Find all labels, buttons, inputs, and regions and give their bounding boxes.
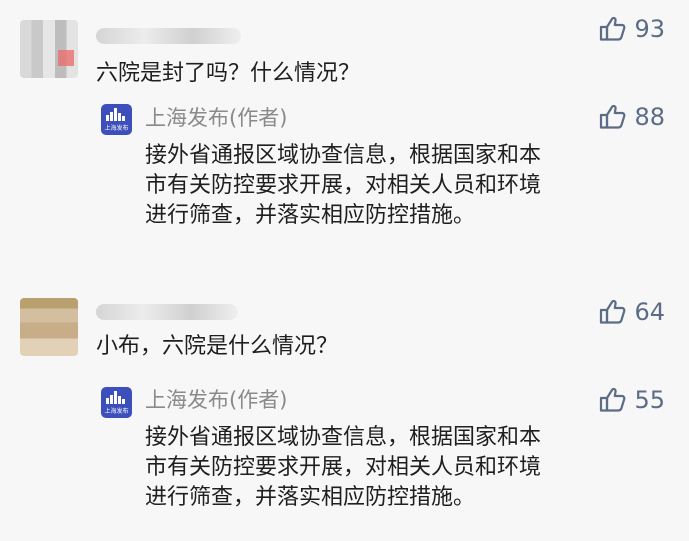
like-button[interactable]: 93 — [599, 16, 665, 41]
official-avatar-label: 上海发布 — [104, 125, 129, 132]
thumbs-up-icon — [600, 104, 626, 129]
like-button[interactable]: 64 — [599, 299, 665, 324]
city-logo-icon — [106, 108, 127, 121]
like-count: 55 — [634, 385, 665, 414]
reply-line: 进行筛查，并落实相应防控措施。 — [145, 203, 476, 228]
official-account-avatar[interactable]: 上海发布 — [101, 104, 132, 135]
like-button[interactable]: 88 — [599, 104, 665, 129]
avatar[interactable] — [20, 298, 78, 356]
blurred-username[interactable] — [96, 28, 241, 44]
like-count: 64 — [634, 297, 665, 326]
reply-line: 市有关防控要求开展，对相关人员和环境 — [145, 455, 542, 480]
official-avatar-label: 上海发布 — [104, 408, 129, 415]
blurred-username[interactable] — [96, 304, 238, 320]
comment-text: 小布，六院是什么情况？ — [96, 334, 339, 359]
reply-line: 接外省通报区域协查信息，根据国家和本 — [145, 143, 542, 168]
reply-author[interactable]: 上海发布(作者) — [145, 104, 287, 132]
reply-text: 接外省通报区域协查信息，根据国家和本 市有关防控要求开展，对相关人员和环境 进行… — [145, 423, 665, 513]
like-count: 88 — [634, 102, 665, 131]
like-button[interactable]: 55 — [599, 387, 665, 412]
reply-line: 市有关防控要求开展，对相关人员和环境 — [145, 173, 542, 198]
comments-page: 93 六院是封了吗？什么情况？ 上海发布 上海发布(作者) 88 接外省通报区域… — [0, 0, 689, 541]
reply-line: 接外省通报区域协查信息，根据国家和本 — [145, 425, 542, 450]
comment-text: 六院是封了吗？什么情况？ — [96, 61, 361, 86]
city-logo-icon — [106, 391, 127, 404]
reply-line: 进行筛查，并落实相应防控措施。 — [145, 485, 476, 510]
like-count: 93 — [634, 14, 665, 43]
official-account-avatar[interactable]: 上海发布 — [101, 387, 132, 418]
thumbs-up-icon — [600, 16, 626, 41]
thumbs-up-icon — [600, 299, 626, 324]
reply-text: 接外省通报区域协查信息，根据国家和本 市有关防控要求开展，对相关人员和环境 进行… — [145, 141, 665, 231]
thumbs-up-icon — [600, 387, 626, 412]
reply-author[interactable]: 上海发布(作者) — [145, 386, 287, 414]
avatar[interactable] — [20, 20, 78, 78]
